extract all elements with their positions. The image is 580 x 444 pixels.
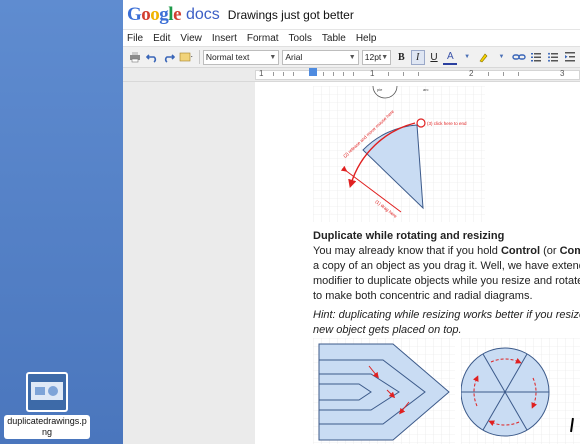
- ruler-number: 1: [259, 69, 264, 78]
- italic-button[interactable]: I: [410, 49, 425, 65]
- google-logo[interactable]: Google: [127, 4, 181, 26]
- para-line: a copy of an object as you drag it. Well…: [313, 260, 580, 272]
- redo-icon[interactable]: [161, 49, 176, 65]
- hint-paragraph: Hint: duplicating while resizing works b…: [313, 308, 580, 338]
- undo-icon[interactable]: [144, 49, 159, 65]
- chevron-down-icon: ▼: [381, 53, 389, 61]
- hint-line: Hint: duplicating while resizing works b…: [313, 309, 580, 321]
- desktop-file-label: duplicatedrawings.png: [4, 415, 90, 439]
- radial-diagram[interactable]: [461, 338, 580, 444]
- rotation-diagram[interactable]: pie arc (3) click here to end (2) releas…: [313, 86, 485, 222]
- print-icon[interactable]: [127, 49, 142, 65]
- desktop-background: duplicatedrawings.png: [0, 0, 123, 444]
- document-page[interactable]: pie arc (3) click here to end (2) releas…: [255, 82, 580, 444]
- diagram-label-arc: arc: [423, 87, 429, 92]
- docs-header: Google docs Drawings just got better: [123, 0, 580, 30]
- underline-button[interactable]: U: [427, 50, 441, 65]
- chevron-down-icon: ▼: [269, 53, 277, 61]
- font-select[interactable]: Arial ▼: [282, 49, 359, 65]
- menu-edit[interactable]: Edit: [153, 33, 170, 44]
- para-line: modifier to duplicate objects while you …: [313, 275, 580, 287]
- document-title[interactable]: Drawings just got better: [228, 8, 354, 22]
- diagram-label-pie: pie: [377, 87, 383, 92]
- section-heading: Duplicate while rotating and resizing: [313, 230, 505, 242]
- ruler-number: 3: [560, 69, 565, 78]
- docs-logo-text: docs: [186, 5, 220, 23]
- chevron-down-icon[interactable]: ▼: [459, 49, 474, 65]
- diagram-label-click-end: (3) click here to end: [427, 121, 467, 126]
- menu-file[interactable]: File: [127, 33, 143, 44]
- body-paragraph: You may already know that if you hold Co…: [313, 244, 580, 304]
- chevron-down-icon[interactable]: ▼: [494, 49, 509, 65]
- indent-icon[interactable]: [563, 49, 578, 65]
- ruler-number: 1: [370, 69, 375, 78]
- menu-view[interactable]: View: [180, 33, 202, 44]
- para-line: to make both concentric and radial diagr…: [313, 290, 533, 302]
- concentric-chevron-diagram[interactable]: [313, 338, 455, 444]
- menu-help[interactable]: Help: [356, 33, 377, 44]
- insert-image-icon[interactable]: [179, 49, 194, 65]
- browser-window: Google docs Drawings just got better Fil…: [123, 0, 580, 444]
- formatting-toolbar: Normal text ▼ Arial ▼ 12pt ▼ B I U A ▼ ▼: [123, 46, 580, 68]
- ruler-number: 2: [469, 69, 474, 78]
- menu-insert[interactable]: Insert: [212, 33, 237, 44]
- hint-line: new object gets placed on top.: [313, 324, 462, 336]
- indent-marker[interactable]: [309, 68, 317, 76]
- menu-format[interactable]: Format: [247, 33, 279, 44]
- para-line: You may already know that if you hold Co…: [313, 245, 580, 257]
- menu-bar: File Edit View Insert Format Tools Table…: [123, 30, 580, 46]
- font-size-select[interactable]: 12pt ▼: [361, 49, 392, 65]
- menu-tools[interactable]: Tools: [289, 33, 312, 44]
- paragraph-style-select[interactable]: Normal text ▼: [202, 49, 280, 65]
- ruler: 1 1 2 3: [123, 68, 580, 82]
- numbered-list-icon[interactable]: [528, 49, 543, 65]
- image-file-icon: [26, 372, 68, 412]
- chevron-down-icon: ▼: [348, 53, 356, 61]
- link-icon[interactable]: [511, 49, 526, 65]
- desktop-file-icon[interactable]: duplicatedrawings.png: [4, 372, 90, 439]
- bold-button[interactable]: B: [394, 50, 408, 65]
- highlight-color-icon[interactable]: [477, 49, 492, 65]
- menu-table[interactable]: Table: [322, 33, 346, 44]
- bulleted-list-icon[interactable]: [546, 49, 561, 65]
- text-color-button[interactable]: A: [443, 50, 458, 65]
